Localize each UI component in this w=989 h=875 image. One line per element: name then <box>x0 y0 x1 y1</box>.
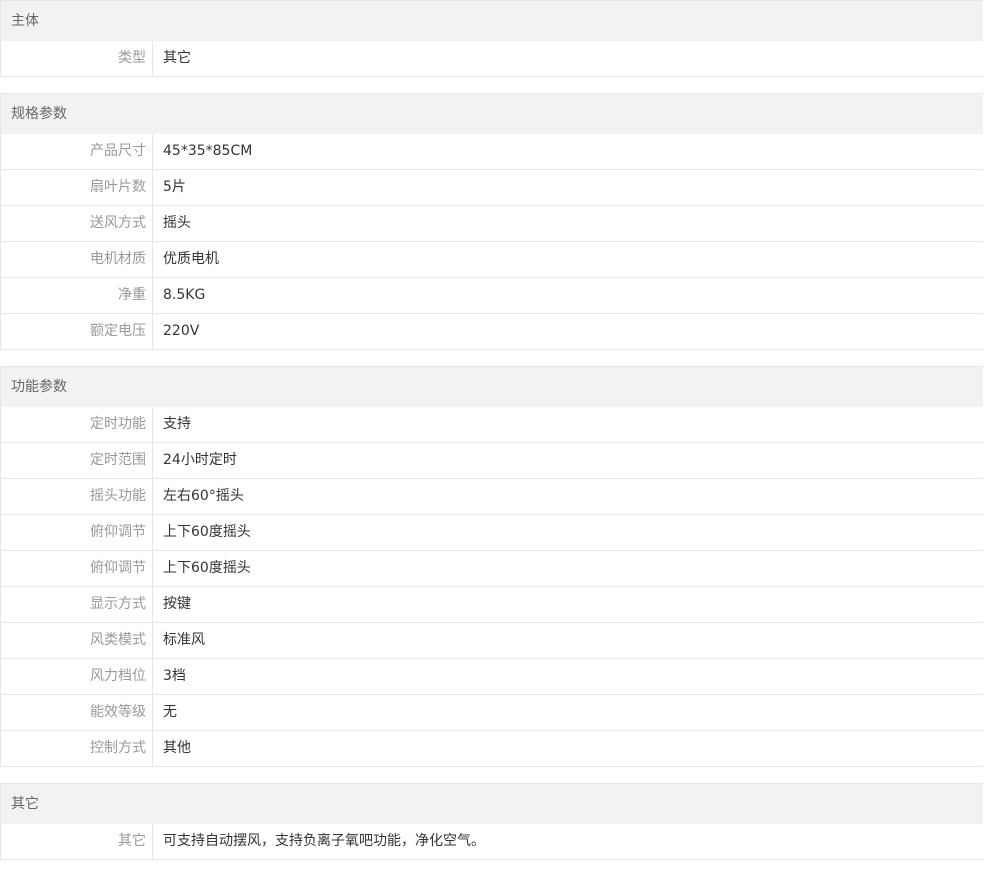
spec-label: 送风方式 <box>1 206 153 241</box>
spec-row: 定时范围 24小时定时 <box>1 443 983 479</box>
spec-section: 其它 其它 可支持自动摆风，支持负离子氧吧功能，净化空气。 <box>0 783 983 860</box>
spec-label: 产品尺寸 <box>1 134 153 169</box>
spec-section: 功能参数 定时功能 支持 定时范围 24小时定时 摇头功能 左右60°摇头 俯仰调节 上下60度… <box>0 366 983 767</box>
spec-label: 扇叶片数 <box>1 170 153 205</box>
spec-value: 左右60°摇头 <box>163 488 244 504</box>
spec-value: 支持 <box>163 416 191 432</box>
spec-value: 摇头 <box>163 215 191 231</box>
spec-row: 产品尺寸 45*35*85CM <box>1 134 983 170</box>
spec-value: 其他 <box>163 740 191 756</box>
product-spec-table: 主体 类型 其它 规格参数 产品尺寸 45*35*85CM 扇叶片数 5片 送风方式 摇头 电机材质… <box>0 0 983 860</box>
spec-value: 上下60度摇头 <box>163 560 251 576</box>
spec-value: 无 <box>163 704 177 720</box>
section-title: 主体 <box>1 1 983 41</box>
spec-row: 摇头功能 左右60°摇头 <box>1 479 983 515</box>
spec-row: 电机材质 优质电机 <box>1 242 983 278</box>
spec-section: 规格参数 产品尺寸 45*35*85CM 扇叶片数 5片 送风方式 摇头 电机材质 优质电机 净重… <box>0 93 983 350</box>
spec-label: 俯仰调节 <box>1 551 153 586</box>
spec-label: 定时功能 <box>1 407 153 442</box>
spec-label: 类型 <box>1 41 153 76</box>
spec-row: 送风方式 摇头 <box>1 206 983 242</box>
spec-label: 显示方式 <box>1 587 153 622</box>
spec-row: 定时功能 支持 <box>1 407 983 443</box>
spec-label: 俯仰调节 <box>1 515 153 550</box>
spec-value: 按键 <box>163 596 191 612</box>
spec-label: 控制方式 <box>1 731 153 766</box>
spec-label: 其它 <box>1 824 153 859</box>
spec-label: 风力档位 <box>1 659 153 694</box>
section-title: 功能参数 <box>1 367 983 407</box>
spec-value: 上下60度摇头 <box>163 524 251 540</box>
spec-row: 控制方式 其他 <box>1 731 983 767</box>
spec-row: 俯仰调节 上下60度摇头 <box>1 551 983 587</box>
spec-label: 能效等级 <box>1 695 153 730</box>
spec-value: 5片 <box>163 179 186 195</box>
spec-row: 能效等级无 <box>1 695 983 731</box>
spec-label: 定时范围 <box>1 443 153 478</box>
spec-value: 220V <box>163 323 200 339</box>
section-title: 其它 <box>1 784 983 824</box>
spec-row: 其它 可支持自动摆风，支持负离子氧吧功能，净化空气。 <box>1 824 983 860</box>
section-title: 规格参数 <box>1 94 983 134</box>
spec-label: 电机材质 <box>1 242 153 277</box>
spec-value: 24小时定时 <box>163 452 237 468</box>
spec-value: 其它 <box>163 50 191 66</box>
spec-value: 3档 <box>163 668 186 684</box>
spec-label: 净重 <box>1 278 153 313</box>
spec-row: 类型 其它 <box>1 41 983 77</box>
spec-row: 净重 8.5KG <box>1 278 983 314</box>
spec-value: 优质电机 <box>163 251 219 267</box>
spec-row: 额定电压 220V <box>1 314 983 350</box>
spec-label: 额定电压 <box>1 314 153 349</box>
spec-row: 风力档位 3档 <box>1 659 983 695</box>
spec-row: 扇叶片数 5片 <box>1 170 983 206</box>
spec-value: 可支持自动摆风，支持负离子氧吧功能，净化空气。 <box>163 833 485 849</box>
spec-label: 摇头功能 <box>1 479 153 514</box>
spec-row: 俯仰调节 上下60度摇头 <box>1 515 983 551</box>
spec-row: 显示方式 按键 <box>1 587 983 623</box>
spec-row: 风类模式 标准风 <box>1 623 983 659</box>
spec-label: 风类模式 <box>1 623 153 658</box>
spec-section: 主体 类型 其它 <box>0 0 983 77</box>
spec-value: 45*35*85CM <box>163 143 253 159</box>
spec-value: 标准风 <box>163 632 205 648</box>
spec-value: 8.5KG <box>163 287 206 303</box>
